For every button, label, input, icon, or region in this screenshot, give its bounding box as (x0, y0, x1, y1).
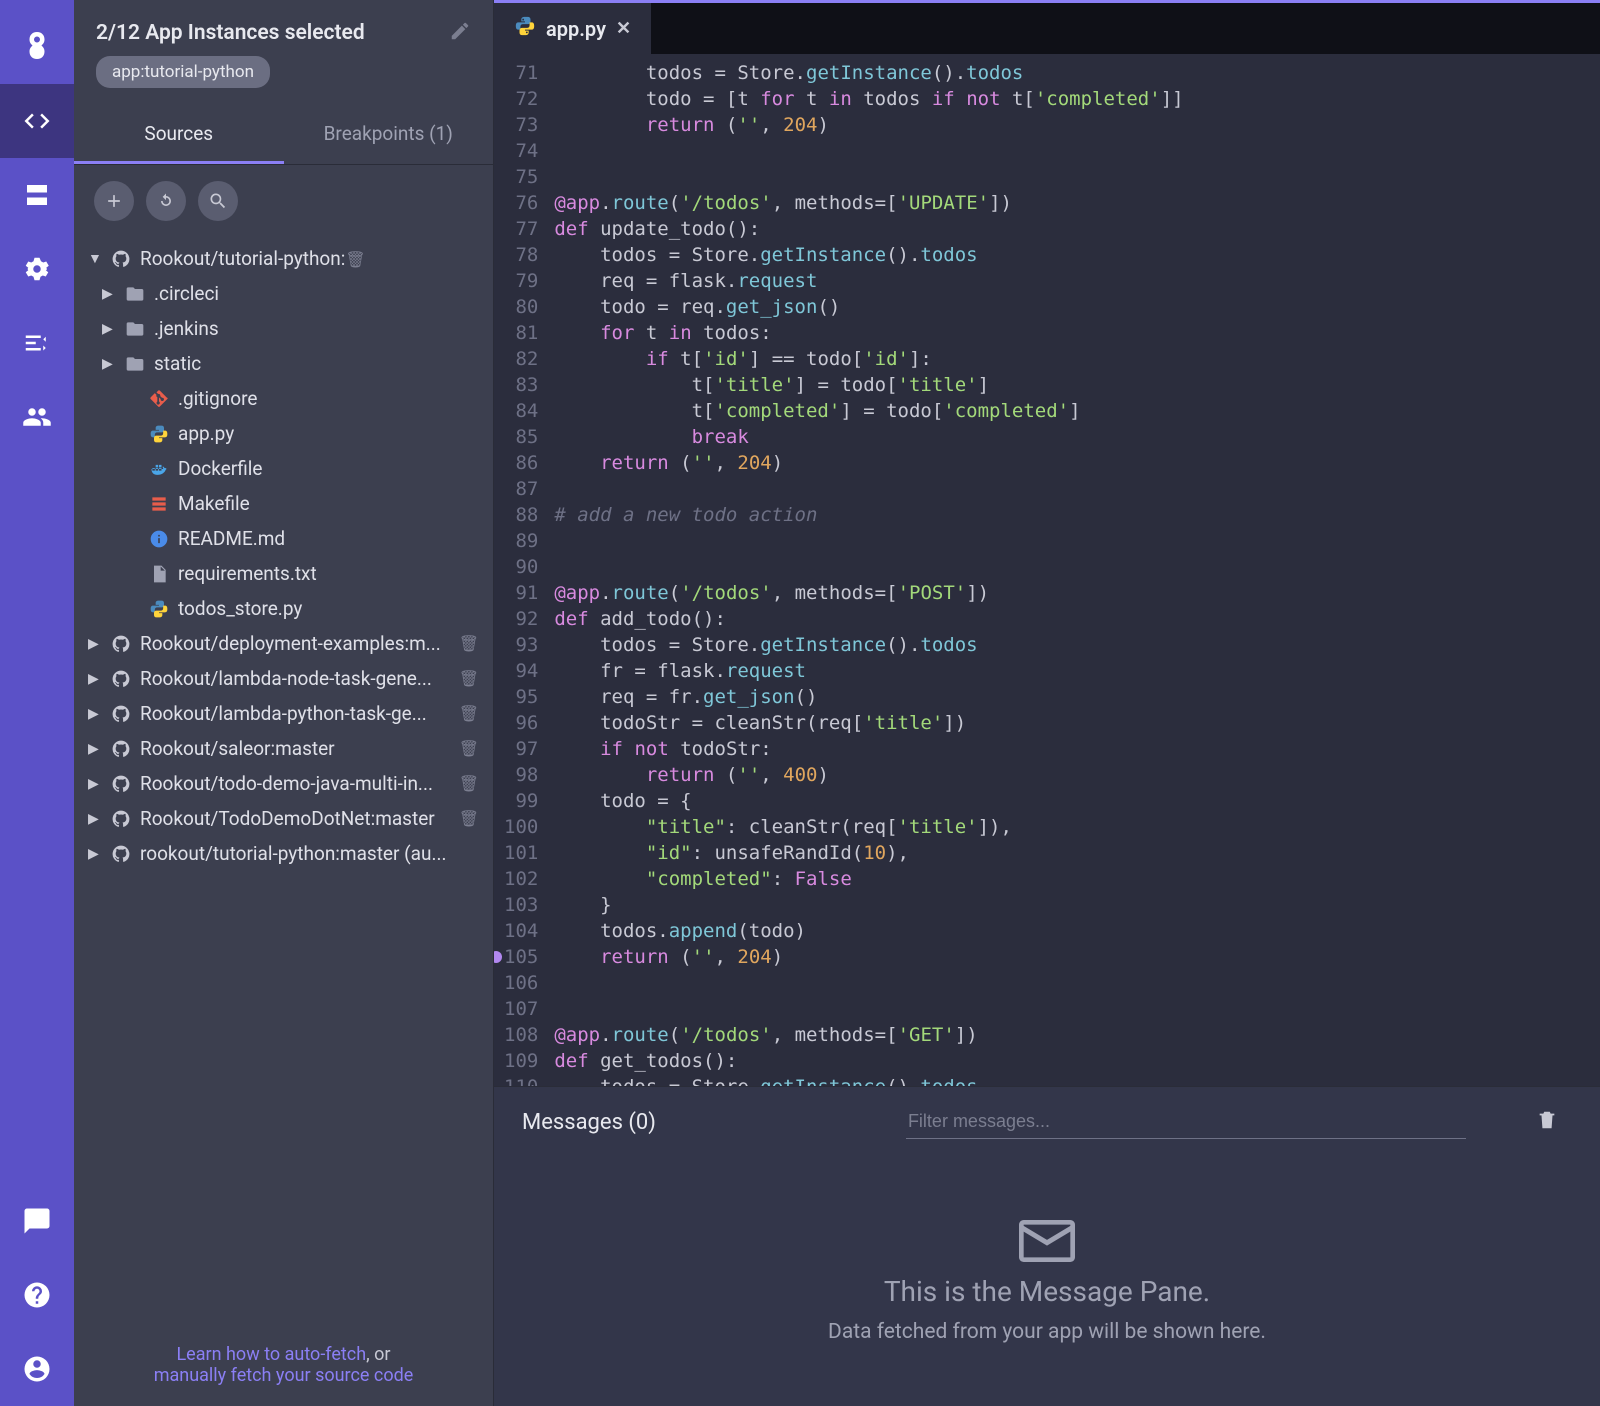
folder-icon (124, 354, 146, 374)
manual-fetch-link[interactable]: manually fetch your source code (154, 1365, 414, 1386)
messages-empty-subtitle: Data fetched from your app will be shown… (828, 1320, 1266, 1344)
github-icon (110, 704, 132, 724)
messages-filter-input[interactable] (906, 1105, 1466, 1139)
github-icon (110, 809, 132, 829)
repo-item[interactable]: ▶Rookout/lambda-python-task-ge...🗑 (84, 696, 483, 731)
folder-item[interactable]: ▶.circleci (84, 276, 483, 311)
github-icon (110, 774, 132, 794)
repo-item[interactable]: ▶rookout/tutorial-python:master (au... (84, 836, 483, 871)
sidebar: 2/12 App Instances selected app:tutorial… (74, 0, 494, 1406)
trash-icon[interactable]: 🗑 (459, 809, 479, 828)
messages-title: Messages (0) (522, 1110, 656, 1135)
file-item[interactable]: README.md (84, 521, 483, 556)
repo-item[interactable]: ▶Rookout/TodoDemoDotNet:master🗑 (84, 801, 483, 836)
repo-item[interactable]: ▶Rookout/deployment-examples:m...🗑 (84, 626, 483, 661)
editor-tab-app[interactable]: app.py ✕ (494, 3, 651, 54)
nav-account[interactable] (0, 1332, 74, 1406)
folder-item[interactable]: ▶.jenkins (84, 311, 483, 346)
nav-settings[interactable] (0, 232, 74, 306)
file-item[interactable]: requirements.txt (84, 556, 483, 591)
trash-icon[interactable]: 🗑 (459, 774, 479, 793)
sidebar-tabs: Sources Breakpoints (1) (74, 106, 493, 165)
main: app.py ✕ 7172737475767778798081828384858… (494, 0, 1600, 1406)
repo-item[interactable]: ▼Rookout/tutorial-python:🗑 (84, 241, 483, 276)
folder-icon (124, 319, 146, 339)
auto-fetch-link[interactable]: Learn how to auto-fetch (176, 1344, 366, 1365)
clear-messages-button[interactable] (1536, 1109, 1558, 1135)
folder-icon (124, 284, 146, 304)
txt-icon (148, 564, 170, 584)
instances-title: 2/12 App Instances selected (96, 21, 449, 45)
repo-item[interactable]: ▶Rookout/saleor:master🗑 (84, 731, 483, 766)
sources-toolbar (74, 165, 493, 237)
docker-icon (148, 459, 170, 479)
file-item[interactable]: Dockerfile (84, 451, 483, 486)
python-icon (148, 599, 170, 619)
messages-empty-title: This is the Message Pane. (884, 1275, 1210, 1308)
repo-item[interactable]: ▶Rookout/todo-demo-java-multi-in...🗑 (84, 766, 483, 801)
nav-filters[interactable] (0, 306, 74, 380)
github-icon (110, 739, 132, 759)
file-tree: ▼Rookout/tutorial-python:🗑▶.circleci▶.je… (74, 237, 493, 1324)
messages-panel: Messages (0) This is the Message Pane. D… (494, 1086, 1600, 1406)
editor-tabs: app.py ✕ (494, 0, 1600, 54)
code-editor[interactable]: 7172737475767778798081828384858687888990… (494, 54, 1600, 1086)
nav-chat[interactable] (0, 1184, 74, 1258)
file-item[interactable]: .gitignore (84, 381, 483, 416)
github-icon (110, 634, 132, 654)
info-icon (148, 529, 170, 549)
nav-code[interactable] (0, 84, 74, 158)
python-icon (514, 15, 536, 42)
file-item[interactable]: app.py (84, 416, 483, 451)
python-icon (148, 424, 170, 444)
repo-item[interactable]: ▶Rookout/lambda-node-task-gene...🗑 (84, 661, 483, 696)
edit-icon[interactable] (449, 20, 471, 46)
code-content[interactable]: todos = Store.getInstance().todos todo =… (554, 54, 1183, 1086)
logo-icon[interactable] (0, 10, 74, 84)
tab-breakpoints[interactable]: Breakpoints (1) (284, 106, 494, 164)
make-icon (148, 494, 170, 514)
nav-help[interactable] (0, 1258, 74, 1332)
folder-item[interactable]: ▶static (84, 346, 483, 381)
trash-icon[interactable]: 🗑 (459, 669, 479, 688)
app-tag[interactable]: app:tutorial-python (96, 56, 270, 88)
messages-empty-state: This is the Message Pane. Data fetched f… (494, 1157, 1600, 1406)
sidebar-footer: Learn how to auto-fetch, or manually fet… (74, 1324, 493, 1406)
search-button[interactable] (198, 181, 238, 221)
line-gutter[interactable]: 7172737475767778798081828384858687888990… (494, 54, 554, 1086)
close-icon[interactable]: ✕ (616, 18, 631, 39)
file-item[interactable]: Makefile (84, 486, 483, 521)
nav-team[interactable] (0, 380, 74, 454)
mail-icon (1019, 1219, 1075, 1263)
nav-servers[interactable] (0, 158, 74, 232)
file-item[interactable]: todos_store.py (84, 591, 483, 626)
refresh-button[interactable] (146, 181, 186, 221)
trash-icon[interactable]: 🗑 (459, 634, 479, 653)
trash-icon[interactable]: 🗑 (345, 250, 365, 269)
tab-sources[interactable]: Sources (74, 106, 284, 164)
git-icon (148, 389, 170, 409)
github-icon (110, 844, 132, 864)
trash-icon[interactable]: 🗑 (459, 739, 479, 758)
nav-rail (0, 0, 74, 1406)
editor-tab-label: app.py (546, 17, 606, 41)
add-button[interactable] (94, 181, 134, 221)
trash-icon[interactable]: 🗑 (459, 704, 479, 723)
github-icon (110, 249, 132, 269)
github-icon (110, 669, 132, 689)
